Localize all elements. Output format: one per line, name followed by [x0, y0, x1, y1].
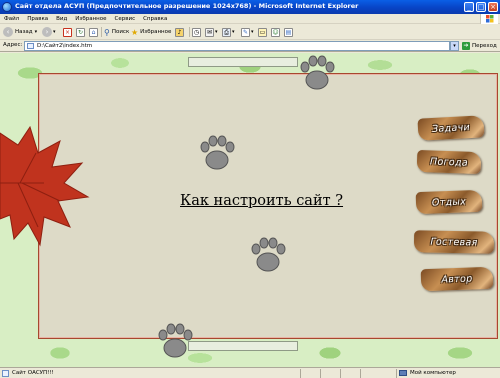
home-button[interactable]: ⌂ — [89, 27, 98, 37]
discuss-icon: ▭ — [258, 27, 267, 37]
nav-button-author[interactable]: Автор — [420, 266, 494, 292]
address-dropdown-button[interactable]: ▾ — [450, 41, 459, 51]
status-bar: Сайт ОАСУП!!! Мой компьютер — [0, 367, 500, 378]
page-icon — [27, 43, 34, 49]
go-label: Переход — [472, 43, 497, 49]
address-bar: Адрес: D:\Сайт2\index.htm ▾ ➔ Переход — [0, 40, 500, 52]
paw-print-icon — [200, 135, 235, 170]
menu-tools[interactable]: Сервис — [111, 15, 140, 22]
nav-button-label: Погода — [429, 155, 469, 169]
status-divider — [300, 369, 301, 378]
paw-print-icon — [251, 237, 286, 272]
refresh-button[interactable]: ↻ — [76, 27, 85, 37]
stop-icon: × — [63, 27, 72, 37]
menu-bar: Файл Правка Вид Избранное Сервис Справка — [0, 14, 500, 24]
media-icon: ♪ — [175, 27, 184, 37]
toolbar-divider — [189, 27, 190, 37]
status-divider — [396, 369, 397, 378]
nav-button-weather[interactable]: Погода — [416, 149, 482, 175]
back-button[interactable]: ‹ Назад ▾ — [3, 27, 37, 37]
research-button[interactable]: ▤ — [284, 27, 293, 37]
status-divider — [340, 369, 341, 378]
favorites-button[interactable]: ★ Избранное — [131, 27, 171, 37]
close-button[interactable]: × — [488, 2, 498, 12]
forward-button[interactable]: › ▾ — [42, 27, 56, 37]
status-divider — [360, 369, 361, 378]
page-icon — [2, 370, 9, 377]
setup-site-link[interactable]: Как настроить сайт ? — [180, 193, 343, 209]
favorites-label: Избранное — [140, 29, 172, 35]
address-input[interactable]: D:\Сайт2\index.htm — [24, 41, 450, 51]
search-label: Поиск — [111, 29, 130, 35]
go-arrow-icon: ➔ — [462, 42, 470, 50]
title-bar: Сайт отдела АСУП (Предпочтительное разре… — [0, 0, 500, 14]
back-label: Назад — [15, 29, 33, 35]
toolbar-divider — [101, 27, 102, 37]
security-zone: Мой компьютер — [410, 370, 456, 376]
research-icon: ▤ — [284, 27, 293, 37]
stop-button[interactable]: × — [63, 27, 72, 37]
edit-icon: ✎ — [241, 27, 250, 37]
chevron-down-icon: ▾ — [34, 29, 38, 35]
windows-logo-icon — [480, 14, 498, 24]
edit-button[interactable]: ✎ ▾ — [241, 27, 254, 37]
ie-logo-icon — [2, 2, 12, 12]
address-label: Адрес: — [3, 42, 23, 48]
menu-edit[interactable]: Правка — [23, 15, 52, 22]
nav-button-label: Задачи — [431, 121, 471, 135]
refresh-icon: ↻ — [76, 27, 85, 37]
search-button[interactable]: ⚲ Поиск — [104, 27, 129, 37]
print-icon: ⎙ — [222, 27, 231, 37]
history-button[interactable]: ◷ — [192, 27, 201, 37]
minimize-button[interactable]: _ — [464, 2, 474, 12]
menu-view[interactable]: Вид — [52, 15, 71, 22]
nav-button-rest[interactable]: Отдых — [415, 189, 483, 215]
menu-file[interactable]: Файл — [0, 15, 23, 22]
print-button[interactable]: ⎙ ▾ — [222, 27, 235, 37]
chevron-down-icon: ▾ — [251, 29, 254, 35]
star-icon: ★ — [131, 27, 139, 37]
forward-arrow-icon: › — [42, 27, 52, 37]
home-icon: ⌂ — [89, 27, 98, 37]
history-icon: ◷ — [192, 27, 201, 37]
chevron-down-icon: ▾ — [215, 29, 218, 35]
nav-button-label: Отдых — [431, 195, 467, 209]
chevron-down-icon: ▾ — [453, 43, 456, 49]
status-text: Сайт ОАСУП!!! — [12, 370, 54, 376]
menu-favorites[interactable]: Избранное — [71, 15, 110, 22]
nav-button-tasks[interactable]: Задачи — [417, 115, 485, 141]
toolbar: ‹ Назад ▾ › ▾ × ↻ ⌂ ⚲ Поиск ★ Избранное … — [0, 24, 500, 40]
search-icon: ⚲ — [104, 27, 110, 37]
computer-icon — [399, 370, 407, 376]
media-button[interactable]: ♪ — [175, 27, 184, 37]
chevron-down-icon: ▾ — [53, 29, 56, 35]
status-divider — [320, 369, 321, 378]
address-value: D:\Сайт2\index.htm — [37, 43, 93, 49]
mail-icon: ✉ — [205, 27, 214, 37]
top-marquee-box — [188, 57, 298, 67]
discuss-button[interactable]: ▭ — [258, 27, 267, 37]
nav-button-label: Гостевая — [430, 236, 478, 248]
chevron-down-icon: ▾ — [232, 29, 235, 35]
maximize-button[interactable]: □ — [476, 2, 486, 12]
mail-button[interactable]: ✉ ▾ — [205, 27, 218, 37]
window-title: Сайт отдела АСУП (Предпочтительное разре… — [15, 2, 359, 10]
messenger-icon: ☺ — [271, 27, 280, 37]
menu-help[interactable]: Справка — [139, 15, 171, 22]
go-button[interactable]: ➔ Переход — [462, 42, 497, 50]
nav-button-guestbook[interactable]: Гостевая — [413, 230, 495, 254]
bottom-marquee-box — [188, 341, 298, 351]
back-arrow-icon: ‹ — [3, 27, 13, 37]
messenger-button[interactable]: ☺ — [271, 27, 280, 37]
paw-print-icon — [300, 55, 335, 90]
nav-button-label: Автор — [441, 272, 473, 286]
page-content: Как настроить сайт ? Задачи Погода Отдых… — [0, 53, 500, 367]
maple-leaf-image — [0, 125, 90, 247]
